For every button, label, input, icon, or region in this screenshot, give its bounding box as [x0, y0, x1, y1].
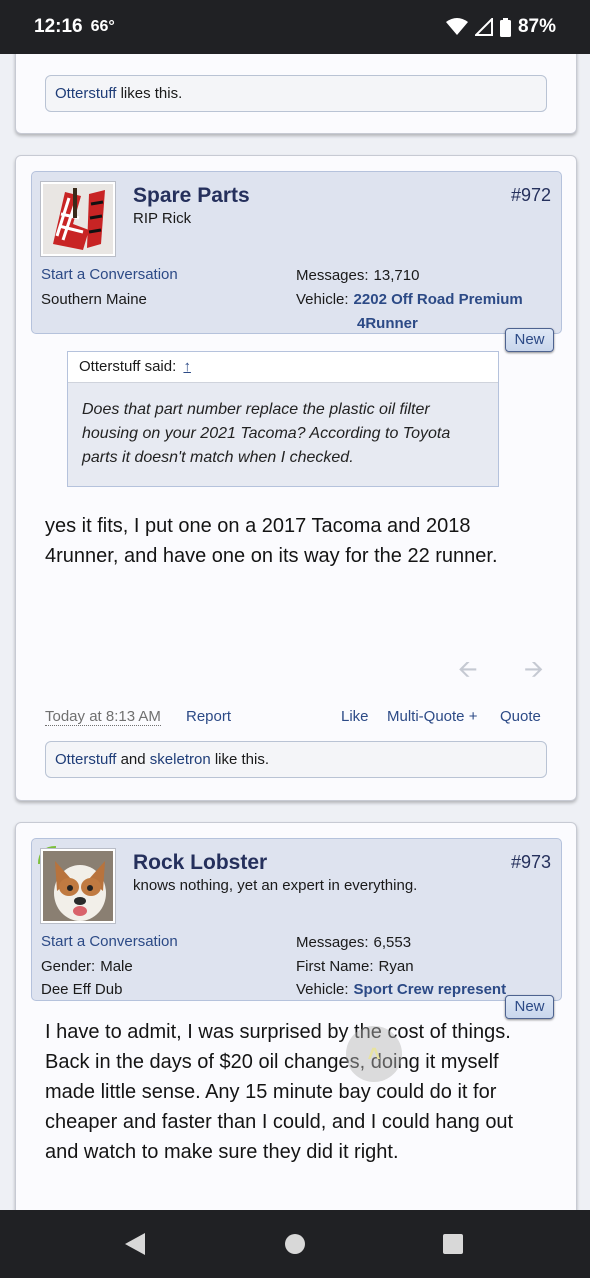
post-number-link[interactable]: #973 — [511, 852, 551, 873]
likes-suffix: like this. — [210, 751, 270, 768]
liker-link[interactable]: Otterstuff — [55, 85, 116, 102]
post-footer: Today at 8:13 AM Report Like Multi-Quote… — [45, 708, 545, 728]
quote-author: Otterstuff said: — [79, 358, 177, 375]
user-title: RIP Rick — [133, 210, 192, 227]
vehicle-value[interactable]: 2202 Off Road Premium — [354, 291, 523, 308]
back-icon[interactable] — [124, 1232, 146, 1256]
start-conversation-link[interactable]: Start a Conversation — [41, 933, 178, 950]
user-panel: Spare Parts RIP Rick #972 Start a Conver… — [31, 171, 562, 334]
likes-summary: Otterstuff likes this. — [45, 75, 547, 112]
firstname-value: Ryan — [378, 958, 414, 975]
avatar[interactable] — [41, 182, 115, 256]
multi-quote-link[interactable]: Multi-Quote + — [387, 708, 477, 725]
firstname-stat: First Name: Ryan — [296, 958, 414, 975]
user-title: knows nothing, yet an expert in everythi… — [133, 877, 418, 894]
status-icons: 87% — [445, 16, 556, 38]
username[interactable]: Rock Lobster — [133, 851, 267, 875]
post-navigation: 🡨 🡪 — [456, 652, 556, 683]
previous-post: Otterstuff likes this. — [15, 54, 577, 134]
vehicle-value[interactable]: Sport Crew represent — [354, 981, 507, 998]
new-badge: New — [505, 328, 554, 352]
quote-block: Otterstuff said: ↑ Does that part number… — [67, 351, 499, 487]
liker-link[interactable]: skeletron — [150, 751, 211, 768]
arrow-left-icon[interactable]: 🡨 — [458, 652, 478, 693]
user-panel: Rock Lobster knows nothing, yet an exper… — [31, 838, 562, 1001]
avatar[interactable] — [41, 849, 115, 923]
quote-text: Does that part number replace the plasti… — [82, 401, 451, 466]
home-icon[interactable] — [284, 1232, 306, 1256]
messages-value: 6,553 — [373, 934, 412, 951]
post-message: I have to admit, I was surprised by the … — [45, 1021, 514, 1163]
temperature: 66° — [90, 18, 115, 35]
vehicle-stat: Vehicle: 2202 Off Road Premium — [296, 291, 523, 308]
messages-label: Messages: — [296, 267, 369, 284]
gender-stat: Gender: Male — [41, 958, 133, 975]
vehicle-stat: Vehicle: Sport Crew represent — [296, 981, 506, 998]
post-973: Rock Lobster knows nothing, yet an exper… — [15, 822, 577, 1210]
quote-link[interactable]: Quote — [500, 708, 541, 725]
quote-jump-link[interactable]: ↑ — [183, 358, 191, 375]
wifi-icon — [445, 18, 468, 35]
post-number-link[interactable]: #972 — [511, 185, 551, 206]
clock: 12:16 — [34, 16, 83, 37]
user-location: Southern Maine — [41, 291, 147, 308]
start-conversation-link[interactable]: Start a Conversation — [41, 266, 178, 283]
report-link[interactable]: Report — [186, 708, 231, 725]
username[interactable]: Spare Parts — [133, 184, 250, 208]
thread-content[interactable]: Otterstuff likes this. Spare Parts RIP R… — [0, 54, 590, 1210]
gender-value: Male — [100, 958, 133, 975]
user-location: Dee Eff Dub — [41, 981, 123, 998]
firstname-label: First Name: — [296, 958, 374, 975]
dog-avatar-image — [43, 851, 113, 921]
liker-link[interactable]: Otterstuff — [55, 751, 116, 768]
messages-value: 13,710 — [373, 267, 420, 284]
likes-and: and — [116, 751, 150, 768]
battery-icon — [499, 17, 511, 37]
vehicle-value-line2[interactable]: 4Runner — [357, 315, 418, 332]
recents-icon[interactable] — [442, 1232, 464, 1256]
chevron-up-icon: ˄ — [367, 1041, 381, 1066]
post-message: yes it fits, I put one on a 2017 Tacoma … — [45, 515, 498, 567]
post-timestamp[interactable]: Today at 8:13 AM — [45, 708, 161, 726]
new-badge: New — [505, 995, 554, 1019]
likes-summary: Otterstuff and skeletron like this. — [45, 741, 547, 778]
battery-percent: 87% — [517, 16, 556, 37]
status-bar: 12:16 66° 87% — [0, 0, 590, 54]
likes-suffix: likes this. — [116, 85, 183, 102]
vehicle-label: Vehicle: — [296, 291, 349, 308]
cell-signal-icon — [474, 18, 493, 36]
messages-stat: Messages: 6,553 — [296, 934, 411, 951]
quote-header: Otterstuff said: ↑ — [68, 352, 498, 383]
messages-stat: Messages: 13,710 — [296, 267, 419, 284]
messages-label: Messages: — [296, 934, 369, 951]
post-972: Spare Parts RIP Rick #972 Start a Conver… — [15, 155, 577, 801]
guitar-avatar-image — [43, 184, 113, 254]
like-link[interactable]: Like — [341, 708, 369, 725]
arrow-right-icon[interactable]: 🡪 — [524, 652, 544, 693]
scroll-to-top-button[interactable]: ˄ — [346, 1026, 402, 1082]
gender-label: Gender: — [41, 958, 96, 975]
vehicle-label: Vehicle: — [296, 981, 349, 998]
system-navigation-bar — [0, 1210, 590, 1278]
